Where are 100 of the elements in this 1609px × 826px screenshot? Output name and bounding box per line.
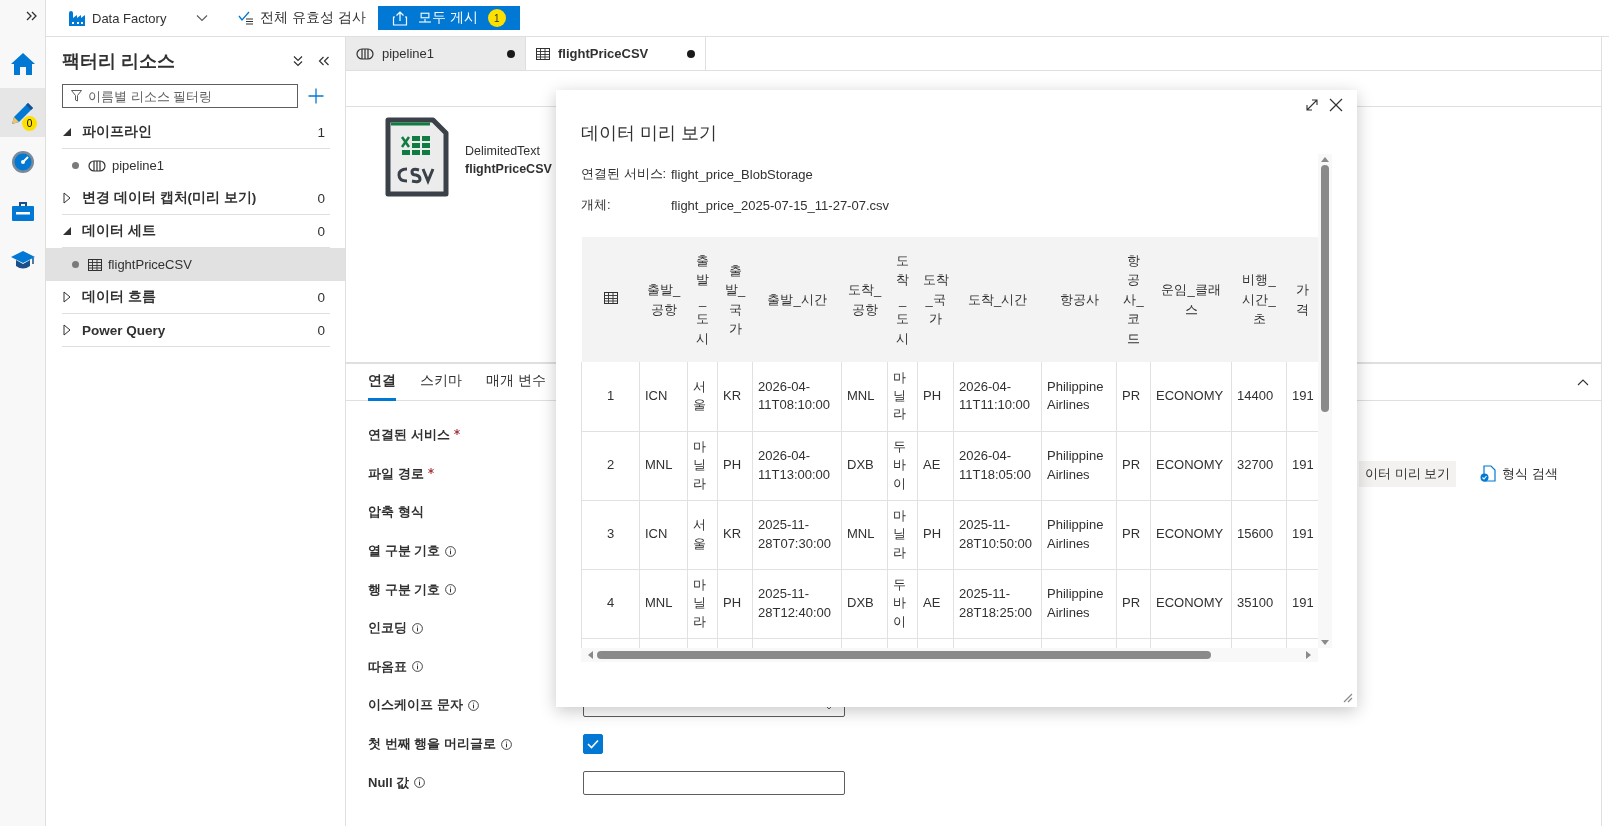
panel-title: 팩터리 리소스 [62,49,176,73]
table-cell: KR [717,362,753,431]
add-icon[interactable] [308,88,324,104]
close-button[interactable] [1327,96,1345,114]
info-icon[interactable] [412,622,423,634]
dataset-name: flightPriceCSV [465,162,552,176]
vertical-scrollbar[interactable] [1318,154,1332,648]
graduation-cap-icon [9,248,36,271]
table-cell: Philippine Airlines [1041,362,1117,431]
filter-icon [71,90,82,102]
table-cell: 4 [581,569,640,638]
detail-label: 개체: [581,196,612,214]
detail-value: flight_price_2025-07-15_11-27-07.csv [671,197,889,213]
table-cell: 마닐라 [687,569,718,638]
csv-file-icon [385,117,449,197]
table-cell: 2026-04-11T11:10:00 [953,362,1042,431]
field-label: 파일 경로 [368,464,424,483]
publish-all-button[interactable]: 모두 게시 1 [377,6,520,30]
table-cell: AE [917,569,954,638]
column-header: 비행_시간_초 [1231,237,1287,362]
table-cell: PR [1116,431,1151,500]
properties-tab[interactable]: 매개 변수 [486,364,546,401]
table-cell: 서울 [687,500,718,569]
column-header: 출발_도시 [687,237,718,362]
null-value-field[interactable] [583,770,845,795]
rail-item[interactable]: 0 [0,88,45,137]
table-cell: 2025-11-28T12:40:00 [752,569,842,638]
table-cell: 2026-04-11T13:00:00 [752,431,842,500]
table-cell: PR [1116,362,1151,431]
info-icon[interactable] [500,738,512,750]
pipeline-icon [356,47,374,60]
table-cell: Philippine Airlines [1041,431,1117,500]
section-header[interactable]: 데이터 흐름 0 [62,281,330,314]
table-cell: ECONOMY [1150,362,1232,431]
field-label: Null 값 [368,773,410,792]
detail-label: 연결된 서비스: [581,165,668,183]
info-icon[interactable] [414,777,426,789]
section-header[interactable]: 파이프라인 1 [62,116,330,149]
table-cell: AE [917,431,954,500]
scroll-up-arrow-icon[interactable] [1321,156,1329,162]
table-cell: PH [717,569,753,638]
table-cell: ECONOMY [1150,569,1232,638]
collapse-caret-icon[interactable] [1577,378,1589,386]
scroll-left-arrow-icon[interactable] [587,651,593,659]
upload-icon [391,10,408,26]
table-cell: KR [717,500,753,569]
section-header[interactable]: Power Query 0 [62,314,330,347]
pipeline-icon [88,159,106,172]
detect-format-button[interactable]: 형식 검색 [1474,460,1564,487]
table-cell: 2 [581,431,640,500]
table-cell: DXB [841,569,888,638]
info-icon[interactable] [412,661,423,673]
status-dot [72,162,79,169]
scroll-right-arrow-icon[interactable] [1306,651,1312,659]
table-cell: 2025-11-28T18:25:00 [953,569,1042,638]
info-icon[interactable] [467,699,479,711]
collapse-all-icon[interactable] [292,54,304,67]
properties-tab[interactable]: 스키마 [420,364,462,401]
field-label: 연결된 서비스 [368,426,450,445]
info-icon[interactable] [445,584,457,596]
table-cell: ECONOMY [1150,500,1232,569]
info-icon[interactable] [445,545,457,557]
editor-tab[interactable]: pipeline1 [346,37,526,70]
scroll-down-arrow-icon[interactable] [1321,640,1329,646]
column-header: 도착_국가 [917,237,954,362]
table-cell: 15600 [1231,500,1287,569]
table-cell: 두바이 [887,431,918,500]
table-cell: 2025-11-28T10:50:00 [953,500,1042,569]
properties-tab[interactable]: 연결 [368,364,396,401]
collapse-panel-icon[interactable] [318,54,330,67]
resource-item[interactable]: flightPriceCSV [46,248,345,281]
section-header[interactable]: 변경 데이터 캡처(미리 보기) 0 [62,182,330,215]
column-header: 가격 [1286,237,1318,362]
header-checkbox[interactable] [583,734,603,755]
table-cell: DXB [841,431,888,500]
table-cell: PR [1116,569,1151,638]
factory-dropdown[interactable]: Data Factory [68,10,213,26]
table-icon [603,291,618,304]
dataset-type: DelimitedText [465,144,542,158]
field-label: 이스케이프 문자 [368,696,463,715]
resize-grip-icon[interactable] [1341,691,1353,703]
table-cell: 두바이 [887,569,918,638]
field-label: 인코딩 [368,619,407,638]
detail-value: flight_price_BlobStorage [671,166,813,182]
validate-all-button[interactable]: 전체 유효성 검사 [238,9,366,27]
horizontal-scrollbar[interactable] [581,648,1318,662]
table-cell: 마닐라 [887,500,918,569]
table-cell: 14400 [1231,362,1287,431]
table-cell: PH [917,500,954,569]
resource-item[interactable]: pipeline1 [46,149,345,182]
table-cell: 1 [581,362,640,431]
maximize-button[interactable] [1303,96,1321,114]
preview-data-button[interactable]: 이터 미리 보기 [1359,460,1457,487]
column-header: 출발_시간 [752,237,842,362]
checklist-icon [238,11,255,25]
table-cell: 마닐라 [687,431,718,500]
filter-field[interactable]: 이름별 리소스 필터링 [62,84,298,108]
table-cell: 서울 [687,362,718,431]
document-check-icon [1480,465,1497,483]
table-icon [536,47,550,60]
